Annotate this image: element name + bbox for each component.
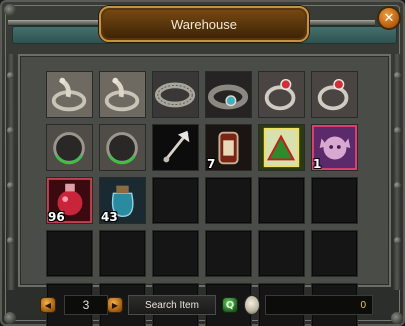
empty-slot[interactable] (205, 230, 252, 277)
inventory-slot[interactable] (205, 71, 252, 118)
right-arrow-icon: ▶ (111, 300, 119, 310)
left-rail (7, 54, 15, 290)
rail-stud (7, 72, 14, 79)
rail-stud (394, 237, 401, 244)
money-amount: 0 (360, 299, 366, 311)
item-quantity: 43 (101, 210, 118, 224)
inventory-slot[interactable] (99, 124, 146, 171)
silver-coin-icon (244, 295, 260, 315)
quick-search-icon: Q (225, 299, 235, 311)
rail-stud (394, 127, 401, 134)
rail-stud (394, 72, 401, 79)
inventory-slot[interactable] (152, 71, 199, 118)
inventory-slot[interactable]: 1 (311, 124, 358, 171)
money-display: 0 (265, 295, 373, 315)
empty-slot[interactable] (311, 230, 358, 277)
empty-slot[interactable] (258, 230, 305, 277)
warehouse-window: Warehouse ✕ 7 1 96 43 ◀ 3 ▶ Search Item Q 0 (0, 0, 405, 326)
inventory-slot[interactable] (152, 124, 199, 171)
empty-slot[interactable] (311, 177, 358, 224)
prev-page-button[interactable]: ◀ (40, 297, 56, 313)
rail-stud (394, 182, 401, 189)
empty-slot[interactable] (152, 230, 199, 277)
inventory-slot[interactable]: 96 (46, 177, 93, 224)
inventory-slot[interactable] (99, 71, 146, 118)
inventory-slot[interactable]: 43 (99, 177, 146, 224)
quick-search-button[interactable]: Q (222, 297, 238, 313)
empty-slot[interactable] (258, 177, 305, 224)
rail-stud (7, 182, 14, 189)
item-quantity: 96 (48, 210, 65, 224)
title-rail-left (8, 20, 100, 26)
search-item-label: Search Item (145, 299, 199, 311)
page-number: 3 (82, 298, 90, 312)
inventory-slot[interactable] (258, 124, 305, 171)
warehouse-footer: ◀ 3 ▶ Search Item Q 0 (12, 292, 397, 322)
empty-slot[interactable] (99, 230, 146, 277)
inventory-slot[interactable] (46, 124, 93, 171)
item-quantity: 1 (313, 157, 322, 171)
item-quantity: 7 (207, 157, 216, 171)
title-rail-right (309, 20, 375, 26)
inventory-slot[interactable] (46, 71, 93, 118)
rail-stud (7, 127, 14, 134)
next-page-button[interactable]: ▶ (107, 297, 123, 313)
title-plaque: Warehouse (99, 6, 309, 42)
inventory-slot[interactable]: 7 (205, 124, 252, 171)
rail-stud (7, 237, 14, 244)
empty-slot[interactable] (205, 177, 252, 224)
empty-slot[interactable] (152, 177, 199, 224)
close-icon: ✕ (383, 10, 395, 26)
search-item-button[interactable]: Search Item (128, 295, 216, 315)
corner-ornament (4, 4, 16, 16)
close-button[interactable]: ✕ (377, 6, 401, 30)
empty-slot[interactable] (46, 230, 93, 277)
right-rail (393, 54, 401, 290)
left-arrow-icon: ◀ (44, 300, 52, 310)
inventory-slot[interactable] (311, 71, 358, 118)
window-title: Warehouse (171, 16, 237, 32)
page-number-display: 3 (64, 295, 108, 315)
inventory-slot[interactable] (258, 71, 305, 118)
